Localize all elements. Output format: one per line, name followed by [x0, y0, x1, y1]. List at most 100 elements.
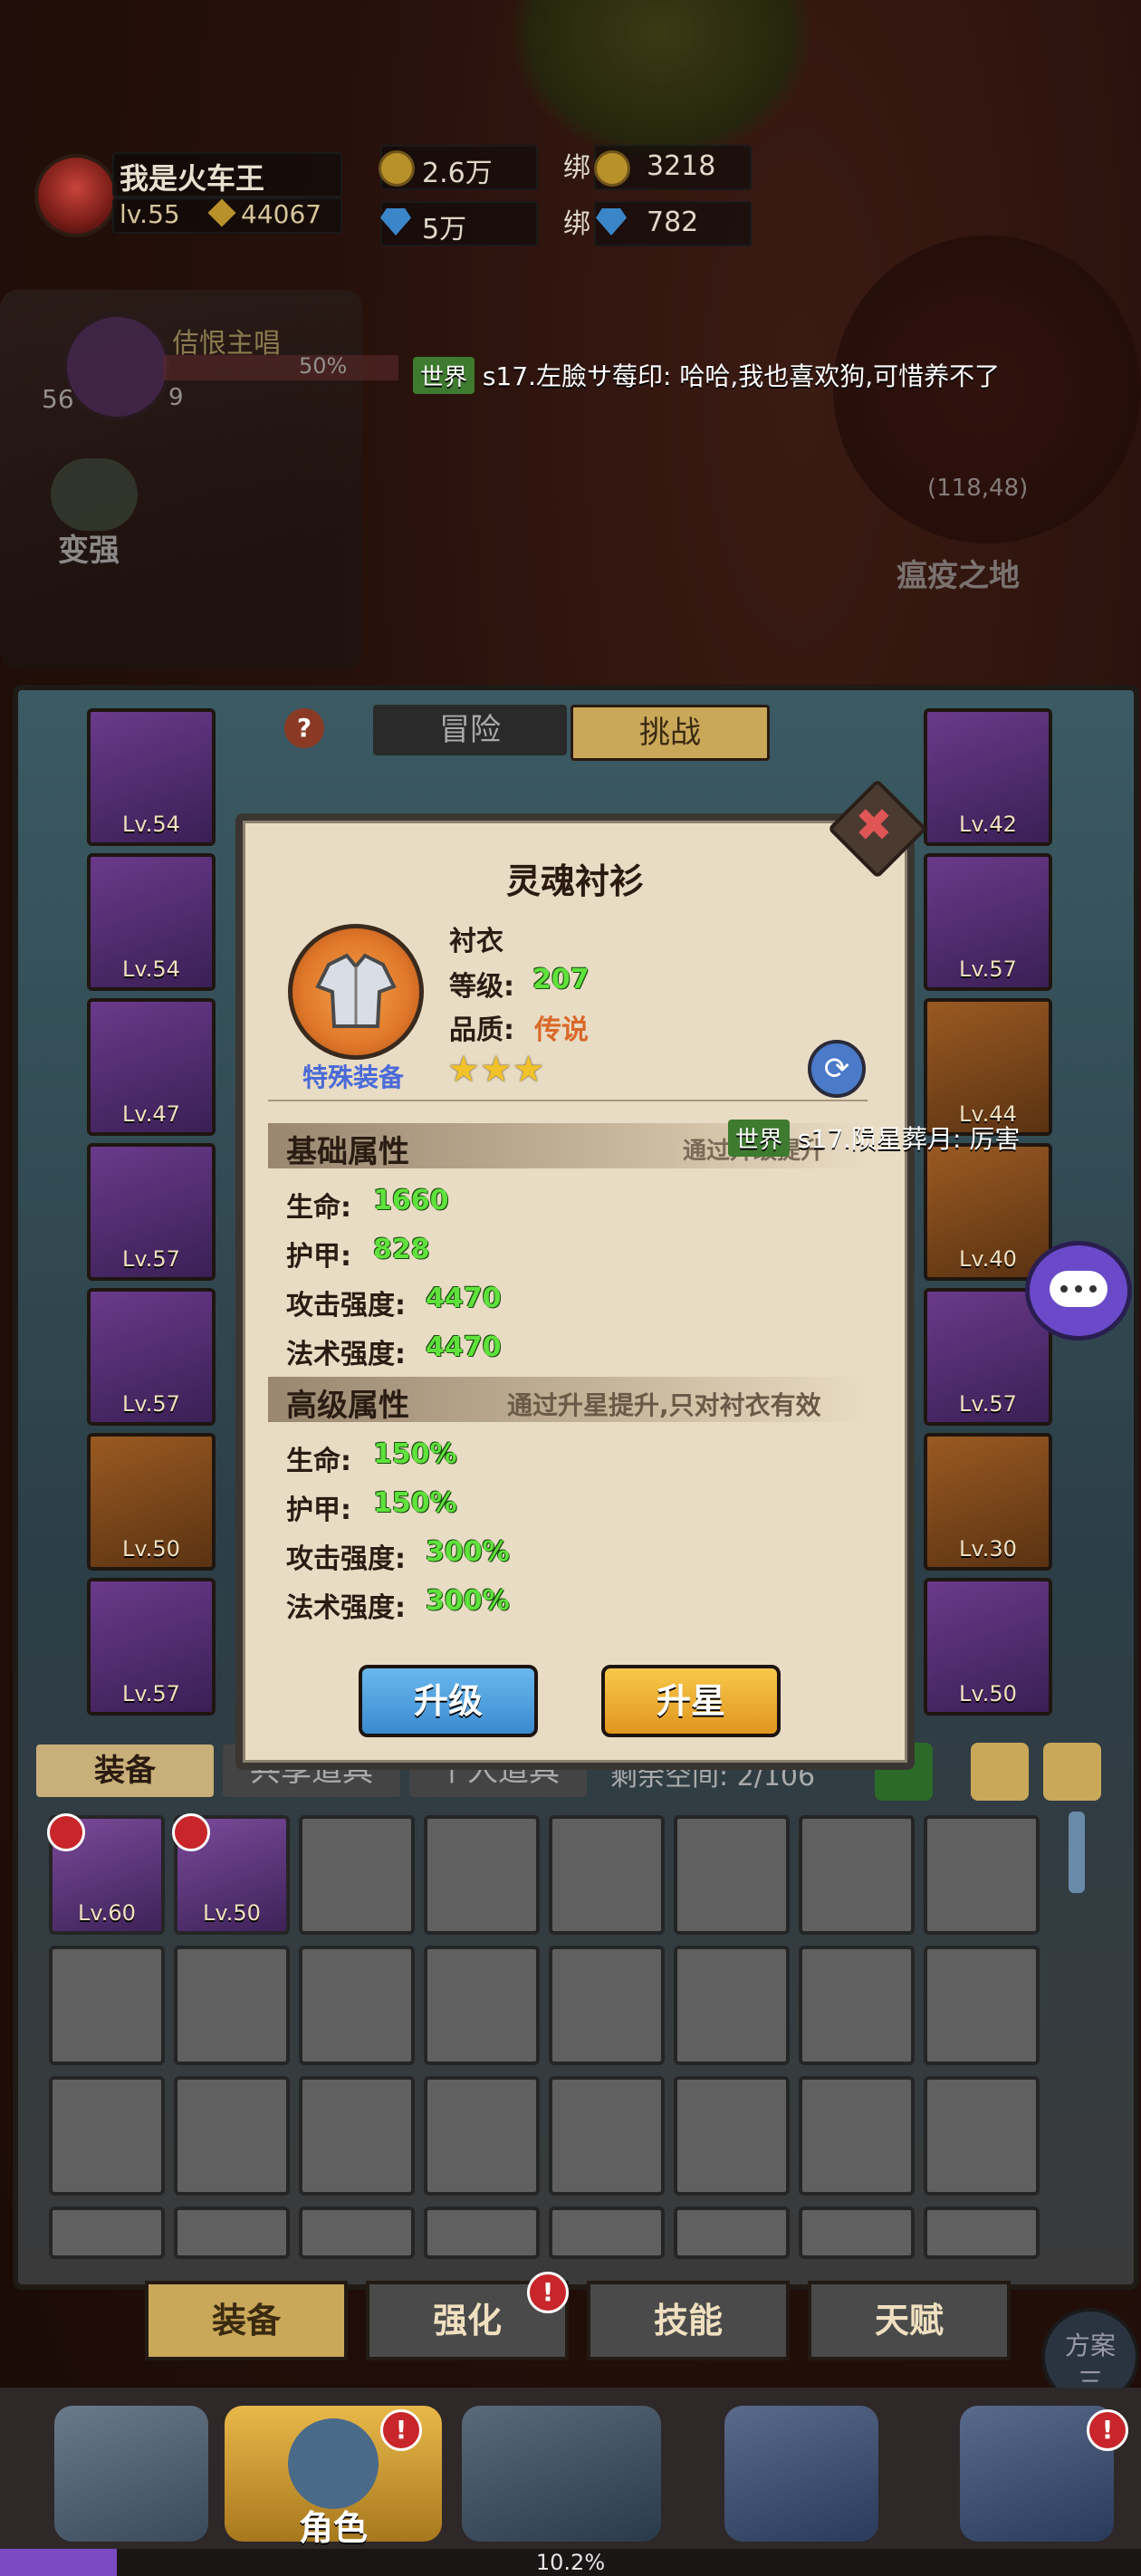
- world-chat-1[interactable]: 世界 s17.左臉サ莓印: 哈哈,我也喜欢狗,可惜养不了: [413, 357, 1000, 394]
- player-name: 我是火车王: [120, 161, 265, 196]
- equip-slot-left[interactable]: Lv.54: [87, 708, 216, 846]
- inventory-slot[interactable]: [549, 2206, 665, 2259]
- attr-label: 法术强度:: [286, 1592, 406, 1624]
- inventory-slot[interactable]: [299, 2206, 415, 2259]
- inventory-slot[interactable]: [174, 2206, 290, 2259]
- equip-slot-left[interactable]: Lv.57: [87, 1578, 216, 1716]
- inventory-slot[interactable]: [799, 1815, 915, 1935]
- map-coords: (118,48): [927, 475, 1029, 502]
- attr-value: 1660: [373, 1185, 449, 1216]
- inventory-slot[interactable]: [174, 2076, 290, 2196]
- inventory-slot[interactable]: [49, 1946, 165, 2065]
- attr-value: 4470: [426, 1283, 502, 1314]
- equip-slot-left[interactable]: Lv.54: [87, 853, 216, 991]
- player-avatar[interactable]: [34, 154, 118, 237]
- inventory-slot[interactable]: [674, 2206, 790, 2259]
- inventory-slot[interactable]: [49, 2206, 165, 2259]
- inventory-slot[interactable]: Lv.50: [172, 1813, 290, 1935]
- chat-text: s17.左臉サ莓印: 哈哈,我也喜欢狗,可惜养不了: [482, 361, 1001, 391]
- level-value: 207: [532, 964, 590, 995]
- bound-gems-box: 782: [594, 201, 752, 246]
- inventory-slot[interactable]: [424, 2206, 540, 2259]
- inventory-slot[interactable]: [799, 2076, 915, 2196]
- inventory-slot[interactable]: [799, 1946, 915, 2065]
- equip-slot-left[interactable]: Lv.47: [87, 998, 216, 1136]
- inventory-slot[interactable]: [799, 2206, 915, 2259]
- broom-icon[interactable]: [1043, 1743, 1101, 1801]
- equip-slot-right[interactable]: Lv.30: [924, 1433, 1052, 1571]
- battle-icon[interactable]: [462, 2406, 661, 2542]
- inv-tab-equipment[interactable]: 装备: [36, 1745, 214, 1797]
- teammate-avatar[interactable]: [63, 313, 170, 420]
- star-up-button[interactable]: 升星: [601, 1665, 781, 1737]
- attr-label: 生命:: [286, 1446, 351, 1477]
- inventory-slot[interactable]: [424, 2076, 540, 2196]
- star-rating: ★★★: [447, 1049, 545, 1091]
- divider: [268, 1100, 868, 1101]
- gold-coin-icon: [379, 150, 415, 187]
- inventory-slot[interactable]: [549, 1815, 665, 1935]
- tab-challenge[interactable]: 挑战: [570, 705, 770, 761]
- inventory-slot[interactable]: [424, 1815, 540, 1935]
- become-strong-label[interactable]: 变强: [58, 525, 120, 570]
- slot-level: Lv.57: [122, 1246, 180, 1272]
- chat-bubble-icon[interactable]: [1025, 1241, 1132, 1341]
- inventory-slot[interactable]: [924, 2206, 1040, 2259]
- inventory-item-level: Lv.60: [78, 1900, 136, 1926]
- inventory-slot[interactable]: [549, 1946, 665, 2065]
- inventory-slot[interactable]: [549, 2076, 665, 2196]
- attr-label: 护甲:: [286, 1495, 351, 1526]
- tab-adventure[interactable]: 冒险: [373, 705, 567, 755]
- inventory-slot[interactable]: [674, 2076, 790, 2196]
- character-alert-badge: !: [380, 2409, 422, 2451]
- inventory-slot[interactable]: [674, 1815, 790, 1935]
- upgrade-button[interactable]: 升级: [359, 1665, 538, 1737]
- help-icon[interactable]: ?: [284, 708, 324, 748]
- equip-slot-left[interactable]: Lv.57: [87, 1288, 216, 1426]
- world-chat-2[interactable]: 世界 s17.陨星葬月: 厉害: [728, 1120, 1020, 1157]
- close-icon[interactable]: ✖: [842, 793, 906, 857]
- inventory-scrollbar[interactable]: [1069, 1812, 1085, 1893]
- inventory-slot[interactable]: [49, 2076, 165, 2196]
- inventory-slot[interactable]: [299, 1815, 415, 1935]
- attr-value: 300%: [426, 1585, 510, 1617]
- dungeon-icon[interactable]: [54, 2406, 208, 2542]
- equip-slot-right[interactable]: Lv.44: [924, 998, 1052, 1136]
- inventory-slot[interactable]: [299, 2076, 415, 2196]
- no-entry-icon: [47, 1813, 85, 1851]
- warehouse-icon[interactable]: [971, 1743, 1029, 1801]
- inventory-slot[interactable]: [674, 1946, 790, 2065]
- gems-amount: 5万: [422, 214, 467, 245]
- nav-tab-equipment[interactable]: 装备: [145, 2281, 348, 2360]
- become-strong-icon[interactable]: [51, 458, 138, 531]
- nav-tab-skills[interactable]: 技能: [587, 2281, 790, 2360]
- teammate-level: 56: [42, 384, 74, 414]
- equip-slot-right[interactable]: Lv.50: [924, 1578, 1052, 1716]
- equip-slot-right[interactable]: Lv.40: [924, 1143, 1052, 1281]
- slot-level: Lv.50: [122, 1536, 180, 1562]
- shirt-icon: [288, 924, 424, 1060]
- nav-tab-talent[interactable]: 天赋: [808, 2281, 1011, 2360]
- inventory-slot[interactable]: [924, 2076, 1040, 2196]
- attr-label: 生命:: [286, 1192, 351, 1224]
- inventory-slot[interactable]: Lv.60: [47, 1813, 165, 1935]
- equip-slot-right[interactable]: Lv.42: [924, 708, 1052, 846]
- inventory-slot[interactable]: [924, 1815, 1040, 1935]
- quality-value: 传说: [534, 1014, 589, 1046]
- inventory-slot[interactable]: [299, 1946, 415, 2065]
- equip-slot-left[interactable]: Lv.50: [87, 1433, 216, 1571]
- bound-gold-box: 3218: [594, 145, 752, 190]
- scheme-label: 方案: [1064, 2331, 1116, 2360]
- refresh-cycle-icon[interactable]: ⟳: [808, 1040, 866, 1098]
- inventory-slot[interactable]: [174, 1946, 290, 2065]
- attr-label: 护甲:: [286, 1241, 351, 1273]
- equip-slot-left[interactable]: Lv.57: [87, 1143, 216, 1281]
- gem-icon: [380, 208, 411, 235]
- teammate-bar: 50%: [163, 353, 398, 380]
- inventory-slot[interactable]: [924, 1946, 1040, 2065]
- slot-level: Lv.57: [122, 1391, 180, 1417]
- castle-icon[interactable]: [724, 2406, 878, 2542]
- quality-label: 品质:: [449, 1014, 514, 1046]
- equip-slot-right[interactable]: Lv.57: [924, 853, 1052, 991]
- inventory-slot[interactable]: [424, 1946, 540, 2065]
